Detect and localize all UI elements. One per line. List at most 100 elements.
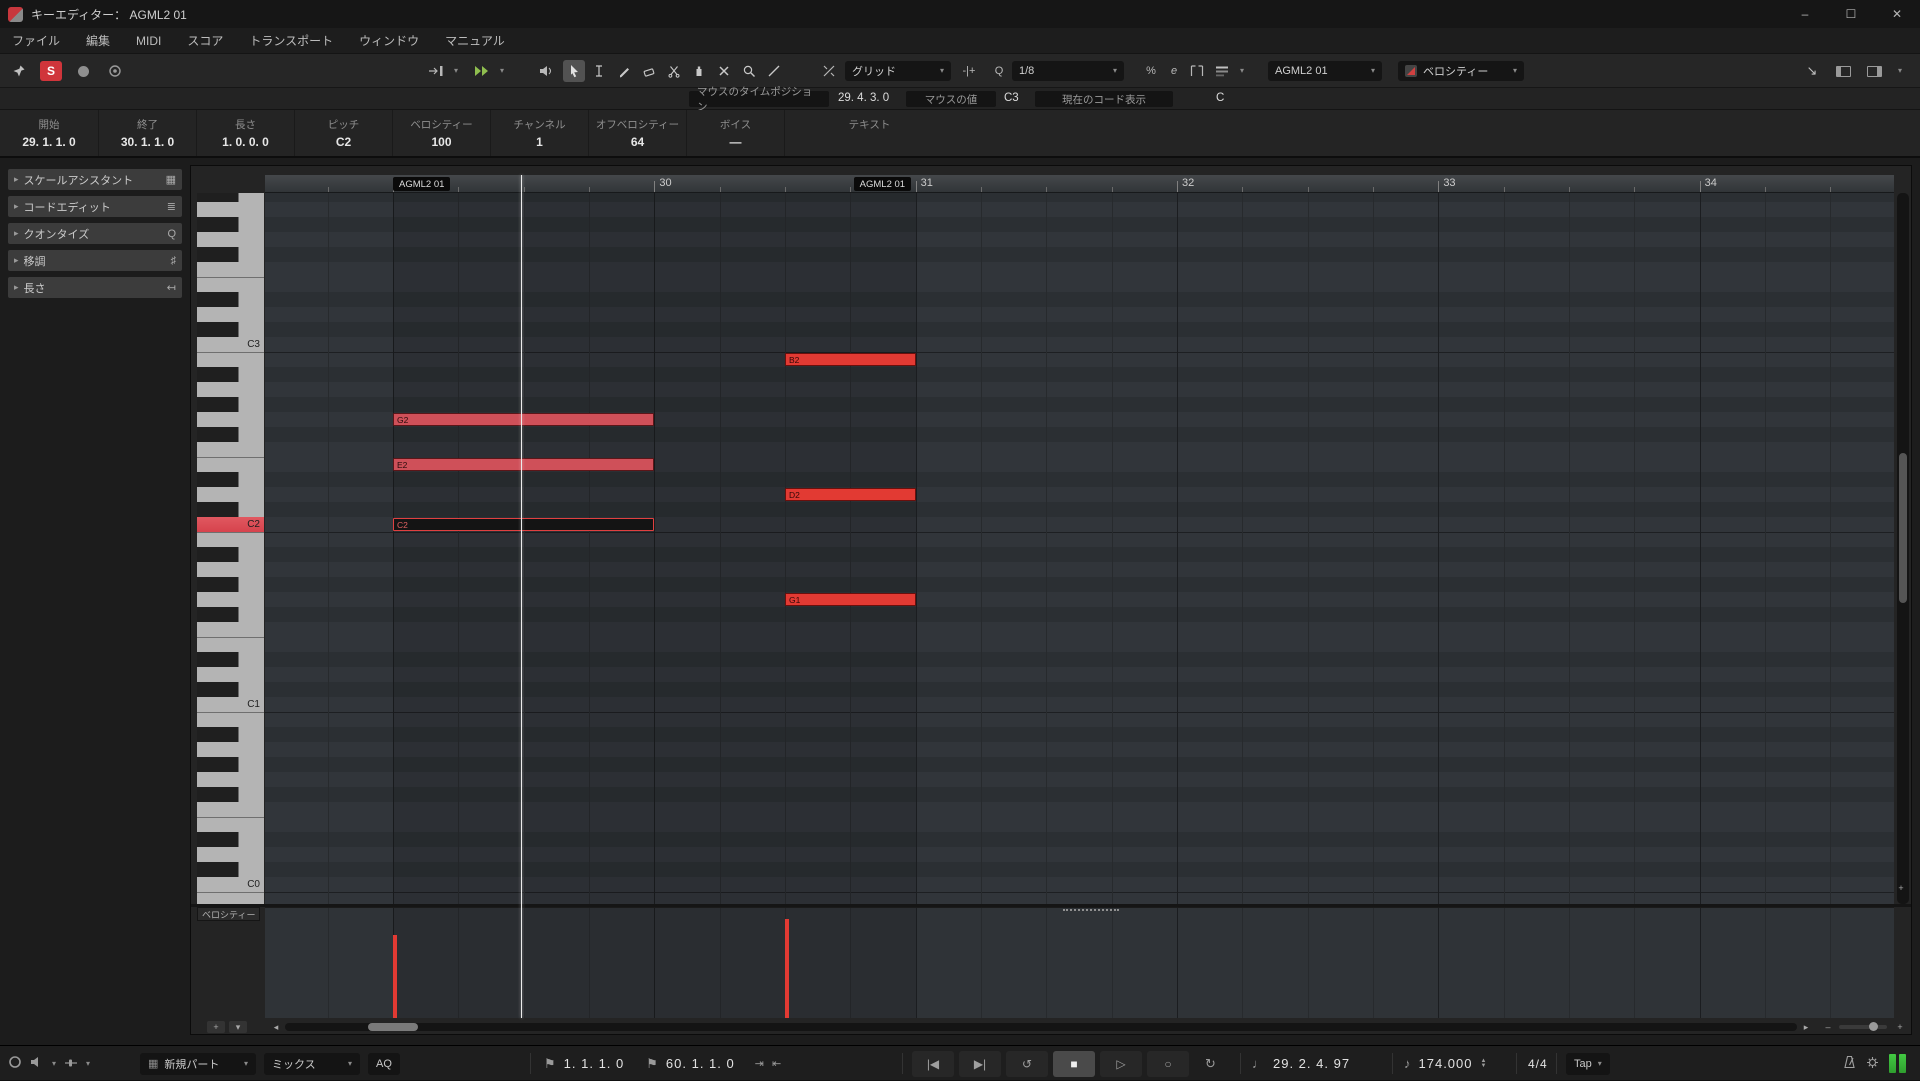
param-field-5[interactable]: チャンネル1 <box>490 110 588 156</box>
piano-key[interactable] <box>197 277 264 292</box>
transport-position-value[interactable]: 29. 2. 4. 97 <box>1273 1056 1350 1071</box>
stop-button[interactable]: ■ <box>1053 1051 1095 1077</box>
lane-resize-handle[interactable] <box>1063 909 1119 911</box>
hzoom-slider[interactable] <box>1839 1025 1887 1029</box>
menu-item-2[interactable]: MIDI <box>136 34 161 48</box>
time-signature-value[interactable]: 4/4 <box>1528 1057 1548 1071</box>
piano-key[interactable] <box>197 502 264 517</box>
left-locator-value[interactable]: 1. 1. 1. 0 <box>564 1056 625 1071</box>
autoscroll-button[interactable] <box>471 60 493 82</box>
timeline-ruler[interactable]: 3031323334AGML2 01AGML2 01 <box>265 175 1894 193</box>
note-grid[interactable]: G2E2C2B2D2G1 <box>265 193 1894 904</box>
scroll-left-arrow[interactable]: ◂ <box>269 1021 283 1033</box>
horizontal-scroll-thumb[interactable] <box>368 1023 418 1031</box>
piano-key[interactable] <box>197 412 264 427</box>
piano-key[interactable] <box>197 667 264 682</box>
piano-key[interactable] <box>197 352 264 367</box>
piano-key[interactable] <box>197 562 264 577</box>
menu-item-5[interactable]: ウィンドウ <box>359 32 419 49</box>
midi-note-G1[interactable]: G1 <box>785 593 916 606</box>
step-input-button[interactable] <box>425 60 447 82</box>
piano-keyboard[interactable]: C3C2C1C0 <box>197 193 264 904</box>
midi-note-E2[interactable]: E2 <box>393 458 654 471</box>
quantize-apply-button[interactable]: Q <box>988 60 1010 82</box>
piano-key[interactable] <box>197 532 264 547</box>
go-to-next-marker-button[interactable]: ▶| <box>959 1051 1001 1077</box>
menu-item-0[interactable]: ファイル <box>12 32 60 49</box>
param-field-0[interactable]: 開始29. 1. 1. 0 <box>0 110 98 156</box>
step-input-options-button[interactable]: ▾ <box>450 60 462 82</box>
right-locator-value[interactable]: 60. 1. 1. 0 <box>666 1056 735 1071</box>
toolbar-setup-button[interactable]: ▾ <box>1894 60 1906 82</box>
jog-icon[interactable]: ↻ <box>1205 1056 1216 1072</box>
inspector-section-0[interactable]: ▸スケールアシスタント▦ <box>8 169 182 190</box>
piano-key[interactable] <box>197 427 264 442</box>
pin-button[interactable] <box>8 60 30 82</box>
inspector-section-4[interactable]: ▸長さ↤ <box>8 277 182 298</box>
minimize-button[interactable]: – <box>1782 0 1828 28</box>
snap-relative-button[interactable]: -|+ <box>958 60 980 82</box>
piano-key[interactable]: C3 <box>197 337 264 352</box>
velocity-lane[interactable] <box>265 907 1894 1018</box>
piano-key[interactable] <box>197 202 264 217</box>
piano-key[interactable] <box>197 682 264 697</box>
tool-line-button[interactable] <box>763 60 785 82</box>
piano-key[interactable] <box>197 817 264 832</box>
piano-key[interactable] <box>197 607 264 622</box>
part-options-button[interactable]: ▾ <box>1236 60 1248 82</box>
velocity-bar-C2[interactable] <box>393 935 397 1018</box>
record-in-editor-button[interactable] <box>72 60 94 82</box>
midi-note-G2[interactable]: G2 <box>393 413 654 426</box>
left-locator-flag-icon[interactable]: ⚑ <box>544 1056 556 1072</box>
tool-split-button[interactable] <box>663 60 685 82</box>
mix-dropdown[interactable]: ミックス▾ <box>264 1053 360 1075</box>
tool-object-selection-button[interactable] <box>563 60 585 82</box>
open-lower-zone-button[interactable]: ↘ <box>1801 60 1823 82</box>
velocity-bar-G1[interactable] <box>785 919 789 1018</box>
chevron-down-icon[interactable]: ▾ <box>52 1060 56 1068</box>
menu-item-4[interactable]: トランスポート <box>249 32 333 49</box>
inspector-section-3[interactable]: ▸移調♯ <box>8 250 182 271</box>
punch-in-icon[interactable]: ⇥ <box>755 1057 764 1070</box>
midi-note-C2[interactable]: C2 <box>393 518 654 531</box>
part-end-label[interactable]: AGML2 01 <box>854 177 911 191</box>
horizontal-scrollbar[interactable] <box>285 1023 1797 1031</box>
param-field-6[interactable]: オフベロシティー64 <box>588 110 686 156</box>
activate-icon[interactable] <box>8 1055 22 1072</box>
piano-key[interactable] <box>197 757 264 772</box>
tempo-stepper[interactable]: ▲▼ <box>1481 1059 1487 1069</box>
swing-button[interactable]: % <box>1140 60 1162 82</box>
piano-key[interactable]: C2 <box>197 517 264 532</box>
menu-item-6[interactable]: マニュアル <box>445 32 505 49</box>
right-zone-toggle-button[interactable] <box>1863 60 1885 82</box>
piano-key[interactable] <box>197 787 264 802</box>
hzoom-in-button[interactable]: + <box>1893 1021 1907 1033</box>
audition-volume-icon[interactable] <box>64 1056 78 1071</box>
piano-key[interactable] <box>197 862 264 877</box>
vzoom-in-button[interactable]: + <box>1894 882 1908 894</box>
punch-out-icon[interactable]: ⇤ <box>772 1057 781 1070</box>
piano-key[interactable] <box>197 652 264 667</box>
piano-key[interactable] <box>197 742 264 757</box>
right-locator-flag-icon[interactable]: ⚑ <box>646 1056 658 1072</box>
acoustic-playback-button[interactable] <box>535 60 557 82</box>
audition-speaker-icon[interactable] <box>30 1056 44 1071</box>
tap-tempo-button[interactable]: Tap▾ <box>1566 1053 1610 1075</box>
piano-key[interactable] <box>197 727 264 742</box>
piano-key[interactable] <box>197 847 264 862</box>
menu-item-1[interactable]: 編集 <box>86 32 110 49</box>
record-button[interactable]: ○ <box>1147 1051 1189 1077</box>
midi-note-D2[interactable]: D2 <box>785 488 916 501</box>
autoscroll-options-button[interactable]: ▾ <box>496 60 508 82</box>
param-field-8[interactable]: テキスト <box>784 110 954 156</box>
piano-key[interactable] <box>197 637 264 652</box>
aq-button[interactable]: AQ <box>368 1053 400 1075</box>
left-zone-toggle-button[interactable] <box>1832 60 1854 82</box>
piano-key[interactable] <box>197 193 264 202</box>
piano-key[interactable] <box>197 397 264 412</box>
piano-key[interactable] <box>197 802 264 817</box>
menu-item-3[interactable]: スコア <box>187 32 223 49</box>
vertical-scrollbar[interactable] <box>1897 193 1909 904</box>
piano-key[interactable] <box>197 292 264 307</box>
piano-key[interactable] <box>197 622 264 637</box>
